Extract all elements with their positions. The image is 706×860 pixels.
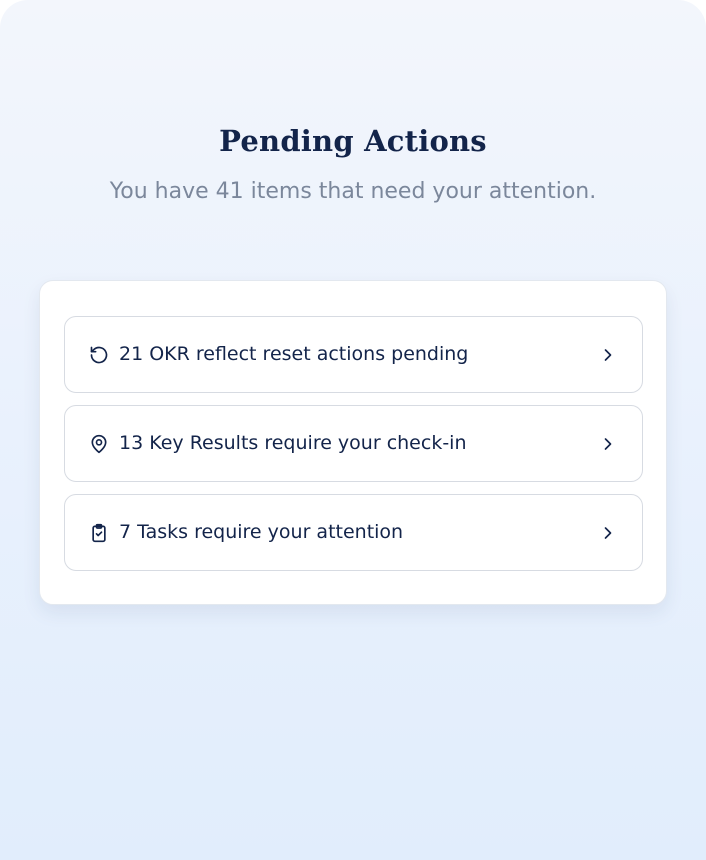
- map-pin-icon: [89, 434, 109, 454]
- action-item-label: 21 OKR reflect reset actions pending: [119, 343, 469, 365]
- action-item-tasks-attention[interactable]: 7 Tasks require your attention: [64, 494, 643, 571]
- refresh-icon: [89, 345, 109, 365]
- pending-actions-screen: Pending Actions You have 41 items that n…: [0, 0, 706, 860]
- page-title: Pending Actions: [219, 124, 487, 158]
- action-item-label: 13 Key Results require your check-in: [119, 432, 467, 454]
- action-item-label: 7 Tasks require your attention: [119, 521, 404, 543]
- chevron-right-icon: [598, 523, 618, 543]
- action-item-key-results-check-in[interactable]: 13 Key Results require your check-in: [64, 405, 643, 482]
- clipboard-check-icon: [89, 523, 109, 543]
- page-subtitle: You have 41 items that need your attenti…: [109, 179, 597, 204]
- chevron-right-icon: [598, 434, 618, 454]
- action-item-okr-reflect-reset[interactable]: 21 OKR reflect reset actions pending: [64, 316, 643, 393]
- actions-card: 21 OKR reflect reset actions pending 13 …: [39, 280, 667, 605]
- chevron-right-icon: [598, 345, 618, 365]
